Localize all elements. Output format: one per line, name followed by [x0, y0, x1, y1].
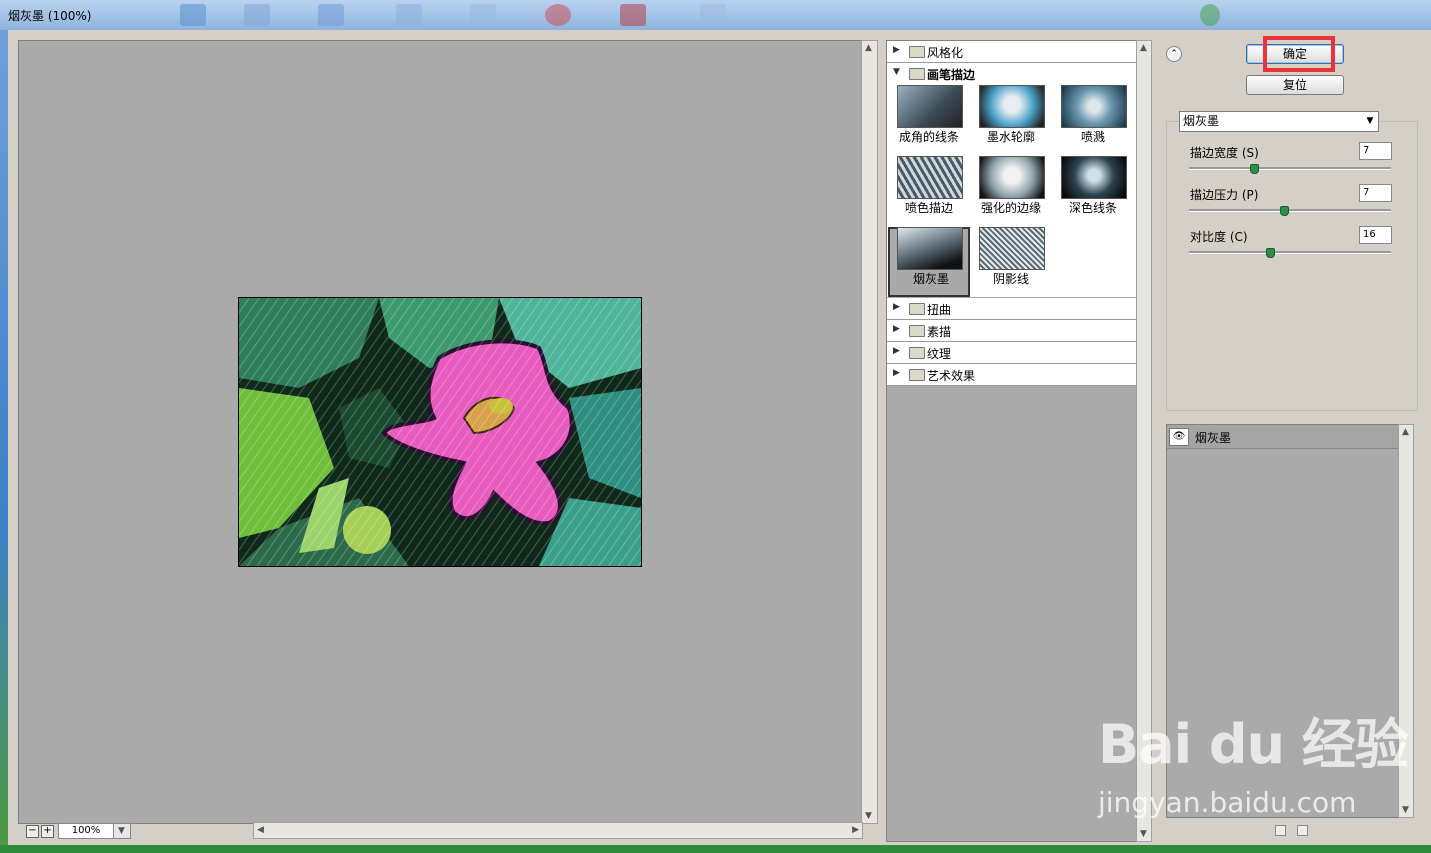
taskbar-icon: [1200, 4, 1220, 26]
window-title: 烟灰墨 (100%): [8, 9, 92, 23]
taskbar-icon: [700, 4, 726, 26]
scroll-left-icon[interactable]: ◀: [257, 825, 264, 835]
category-texture[interactable]: ▶ 纹理: [887, 342, 1136, 364]
thumb-image: [1061, 156, 1127, 199]
folder-icon: [909, 369, 925, 381]
contrast-slider[interactable]: [1189, 251, 1391, 254]
highlight-annotation: [1263, 36, 1335, 72]
desktop-edge: [0, 30, 8, 853]
scroll-up-icon[interactable]: ▲: [865, 43, 872, 53]
category-distort[interactable]: ▶ 扭曲: [887, 298, 1136, 320]
folder-icon: [909, 46, 925, 58]
scroll-down-icon[interactable]: ▼: [865, 811, 872, 821]
scroll-down-icon[interactable]: ▼: [1402, 805, 1409, 815]
filter-thumb-spatter[interactable]: 喷溅: [1052, 85, 1134, 155]
preview-image: [238, 297, 642, 567]
scroll-up-icon[interactable]: ▲: [1402, 427, 1409, 437]
effect-layer-row[interactable]: 👁 烟灰墨: [1167, 425, 1399, 449]
expand-arrow-icon[interactable]: ▶: [893, 45, 900, 55]
zoom-dropdown-button[interactable]: ▼: [113, 823, 131, 839]
scroll-up-icon[interactable]: ▲: [1140, 43, 1147, 53]
preview-vertical-scrollbar[interactable]: ▲ ▼: [861, 40, 878, 824]
chevron-down-icon: ▼: [118, 826, 125, 836]
zoom-out-button[interactable]: −: [26, 825, 39, 838]
stroke-pressure-input[interactable]: 7: [1359, 184, 1392, 202]
contrast-input[interactable]: 16: [1359, 226, 1392, 244]
window-title-bar[interactable]: 烟灰墨 (100%): [0, 0, 1431, 31]
filter-thumb-sprayed-strokes[interactable]: 喷色描边: [888, 156, 970, 226]
eye-icon[interactable]: 👁: [1169, 428, 1189, 446]
collapse-gallery-button[interactable]: ⌃: [1166, 46, 1182, 62]
double-chevron-up-icon: ⌃: [1170, 49, 1178, 59]
flower-image: [239, 298, 641, 566]
stroke-width-slider[interactable]: [1189, 167, 1391, 170]
thumb-image: [1061, 85, 1127, 128]
filter-thumb-angled-strokes[interactable]: 成角的线条: [888, 85, 970, 155]
filter-thumb-ink-outlines[interactable]: 墨水轮廓: [970, 85, 1052, 155]
stroke-width-slider-handle[interactable]: [1249, 164, 1259, 174]
folder-icon: [909, 68, 925, 80]
expand-arrow-icon[interactable]: ▶: [893, 368, 900, 378]
watermark-logo: Bai du 经验: [1098, 713, 1409, 776]
zoom-in-button[interactable]: +: [41, 825, 54, 838]
new-effect-layer-icon[interactable]: [1275, 825, 1286, 836]
brush-strokes-thumbnails: 成角的线条 墨水轮廓 喷溅 喷色描边 强化的边缘 深色线条 烟灰墨 阴影线: [887, 84, 1136, 297]
filter-select-dropdown[interactable]: 烟灰墨 ▼: [1179, 111, 1379, 132]
taskbar-icon: [180, 4, 206, 26]
collapse-arrow-icon[interactable]: ▼: [893, 67, 900, 77]
delete-effect-layer-icon[interactable]: [1297, 825, 1308, 836]
expand-arrow-icon[interactable]: ▶: [893, 324, 900, 334]
category-artistic[interactable]: ▶ 艺术效果: [887, 364, 1136, 386]
folder-icon: [909, 303, 925, 315]
taskbar-icon: [318, 4, 344, 26]
thumb-image: [897, 156, 963, 199]
contrast-slider-handle[interactable]: [1265, 248, 1275, 258]
scroll-down-icon[interactable]: ▼: [1140, 829, 1147, 839]
chevron-down-icon: ▼: [1366, 116, 1374, 126]
thumb-image: [897, 227, 963, 270]
category-brush-strokes[interactable]: ▼ 画笔描边: [887, 63, 1136, 85]
filter-thumb-dark-strokes[interactable]: 深色线条: [1052, 156, 1134, 226]
filter-thumb-sumi-e[interactable]: 烟灰墨: [888, 227, 970, 297]
thumb-image: [979, 156, 1045, 199]
taskbar-icon: [396, 4, 422, 26]
stroke-pressure-slider[interactable]: [1189, 209, 1391, 212]
category-sketch[interactable]: ▶ 素描: [887, 320, 1136, 342]
folder-icon: [909, 347, 925, 359]
taskbar-icon: [620, 4, 646, 26]
expand-arrow-icon[interactable]: ▶: [893, 302, 900, 312]
reset-button[interactable]: 复位: [1246, 75, 1344, 95]
filter-settings-panel: [1166, 121, 1418, 411]
filter-thumb-accented-edges[interactable]: 强化的边缘: [970, 156, 1052, 226]
desktop-edge-bottom: [0, 845, 1431, 853]
stroke-width-input[interactable]: 7: [1359, 142, 1392, 160]
zoom-level-field[interactable]: 100%: [58, 823, 114, 839]
taskbar-icon: [545, 4, 571, 26]
category-stylize[interactable]: ▶ 风格化: [887, 41, 1136, 63]
preview-horizontal-scrollbar[interactable]: ◀ ▶: [253, 822, 863, 839]
watermark-url: jingyan.baidu.com: [1098, 786, 1357, 819]
thumb-image: [979, 85, 1045, 128]
folder-icon: [909, 325, 925, 337]
scroll-right-icon[interactable]: ▶: [852, 825, 859, 835]
thumb-image: [979, 227, 1045, 270]
expand-arrow-icon[interactable]: ▶: [893, 346, 900, 356]
taskbar-icon: [244, 4, 270, 26]
stroke-pressure-slider-handle[interactable]: [1279, 206, 1289, 216]
taskbar-icon: [470, 4, 496, 26]
thumb-image: [897, 85, 963, 128]
filter-thumb-crosshatch[interactable]: 阴影线: [970, 227, 1052, 297]
